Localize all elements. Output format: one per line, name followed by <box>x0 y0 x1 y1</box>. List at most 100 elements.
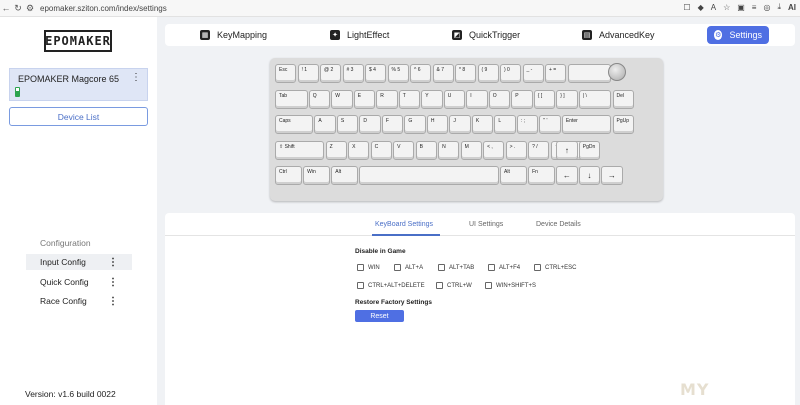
more-icon[interactable]: ⋮ <box>108 257 118 268</box>
key[interactable]: $ 4 <box>365 64 387 84</box>
key[interactable]: ? / <box>528 140 550 160</box>
checkbox-ctrl-alt-delete[interactable]: CTRL+ALT+DELETE <box>357 282 425 289</box>
subtab-keyboard-settings[interactable]: KeyBoard Settings <box>375 221 433 228</box>
key[interactable]: @ 2 <box>320 64 342 84</box>
key[interactable]: I <box>466 89 488 109</box>
key[interactable]: PgUp <box>612 115 634 135</box>
key[interactable]: L <box>494 115 516 135</box>
key[interactable]: Ctrl <box>275 166 302 186</box>
translate-icon[interactable]: A <box>711 3 716 12</box>
key[interactable]: K <box>471 115 494 135</box>
key[interactable]: B <box>415 140 437 160</box>
key[interactable]: F <box>381 115 404 135</box>
download-icon[interactable]: ⤓ <box>777 2 781 12</box>
checkbox-box[interactable] <box>438 264 445 271</box>
key[interactable]: Alt <box>500 166 527 186</box>
checkbox-alt-tab[interactable]: ALT+TAB <box>438 264 474 271</box>
key[interactable]: Tab <box>275 89 308 109</box>
key[interactable]: PgDn <box>578 140 601 160</box>
ai-button[interactable]: AI <box>788 3 796 12</box>
checkbox-box[interactable] <box>485 282 492 289</box>
key[interactable]: | \ <box>578 89 612 109</box>
tab-quicktrigger[interactable]: ◩ QuickTrigger <box>445 26 527 44</box>
checkbox-box[interactable] <box>357 282 364 289</box>
key[interactable]: R <box>376 89 398 109</box>
bookmark-icon[interactable]: ☐ <box>683 3 690 12</box>
device-list-button[interactable]: Device List <box>9 107 148 126</box>
star-icon[interactable]: ☆ <box>723 3 730 12</box>
more-icon[interactable]: ⋮ <box>108 296 118 307</box>
key[interactable]: { [ <box>533 89 556 109</box>
key[interactable] <box>359 166 499 186</box>
shield-icon[interactable]: ◆ <box>698 3 704 12</box>
key[interactable]: Enter <box>561 115 612 135</box>
key[interactable]: Fn <box>528 166 556 186</box>
key[interactable]: Del <box>612 89 634 109</box>
key[interactable]: * 8 <box>455 64 477 84</box>
key[interactable]: V <box>393 140 415 160</box>
profile-icon[interactable]: ◎ <box>763 3 770 12</box>
device-more-icon[interactable]: ⋮ <box>131 72 141 83</box>
key[interactable]: T <box>398 89 421 109</box>
key[interactable]: < , <box>483 140 505 160</box>
checkbox-alt-f4[interactable]: ALT+F4 <box>488 264 520 271</box>
key[interactable]: ( 9 <box>477 64 499 84</box>
key[interactable]: H <box>426 115 449 135</box>
key[interactable]: Q <box>308 89 331 109</box>
key[interactable]: D <box>359 115 381 135</box>
extension-icon[interactable]: ▣ <box>737 3 745 12</box>
config-item-quick[interactable]: Quick Config ⋮ <box>26 274 132 290</box>
key[interactable]: X <box>348 140 370 160</box>
checkbox-win-shift-s[interactable]: WIN+SHIFT+S <box>485 282 536 289</box>
tab-settings[interactable]: ⚙ Settings <box>707 26 769 44</box>
key[interactable]: → <box>601 166 623 186</box>
key[interactable]: M <box>460 140 482 160</box>
tab-lighteffect[interactable]: ✦ LightEffect <box>323 26 396 44</box>
key[interactable]: G <box>404 115 426 135</box>
key[interactable]: & 7 <box>432 64 454 84</box>
key[interactable]: ⇧ Shift <box>275 140 325 160</box>
key[interactable]: % 5 <box>387 64 409 84</box>
key[interactable]: P <box>511 89 533 109</box>
key[interactable]: + = <box>545 64 567 84</box>
key[interactable]: : ; <box>516 115 539 135</box>
rotary-knob[interactable] <box>607 63 626 81</box>
config-item-input[interactable]: Input Config ⋮ <box>26 254 132 270</box>
tab-advancedkey[interactable]: ▤ AdvancedKey <box>575 26 662 44</box>
key[interactable]: E <box>353 89 376 109</box>
site-info-icon[interactable]: ⚙ <box>24 3 36 14</box>
subtab-ui-settings[interactable]: UI Settings <box>469 221 503 228</box>
key[interactable]: A <box>314 115 336 135</box>
key[interactable]: Y <box>421 89 443 109</box>
key[interactable]: } ] <box>556 89 578 109</box>
reset-button[interactable]: Reset <box>355 310 404 322</box>
checkbox-box[interactable] <box>394 264 401 271</box>
reload-icon[interactable]: ↻ <box>12 3 24 14</box>
checkbox-box[interactable] <box>488 264 495 271</box>
key[interactable]: > . <box>505 140 527 160</box>
address-bar[interactable]: epomaker.sziton.com/index/settings <box>40 4 167 13</box>
key[interactable]: Win <box>303 166 331 186</box>
key[interactable]: ↑ <box>556 140 578 160</box>
key[interactable]: U <box>443 89 466 109</box>
more-icon[interactable]: ⋮ <box>108 277 118 288</box>
key[interactable]: ← <box>556 166 578 186</box>
key[interactable]: ! 1 <box>297 64 319 84</box>
key[interactable]: ) 0 <box>500 64 522 84</box>
key[interactable]: C <box>370 140 392 160</box>
checkbox-ctrl-esc[interactable]: CTRL+ESC <box>534 264 577 271</box>
menu-icon[interactable]: ≡ <box>752 3 757 12</box>
checkbox-box[interactable] <box>436 282 443 289</box>
checkbox-box[interactable] <box>534 264 541 271</box>
checkbox-ctrl-w[interactable]: CTRL+W <box>436 282 472 289</box>
key[interactable]: S <box>336 115 359 135</box>
key[interactable]: N <box>438 140 460 160</box>
key[interactable] <box>567 64 612 84</box>
key[interactable]: Z <box>325 140 347 160</box>
key[interactable]: Caps <box>275 115 314 135</box>
config-item-race[interactable]: Race Config ⋮ <box>26 293 132 309</box>
tab-keymapping[interactable]: ▦ KeyMapping <box>193 26 274 44</box>
arrow-left-icon[interactable]: ← <box>0 3 12 13</box>
key[interactable]: ↓ <box>578 166 601 186</box>
key[interactable]: Alt <box>331 166 359 186</box>
